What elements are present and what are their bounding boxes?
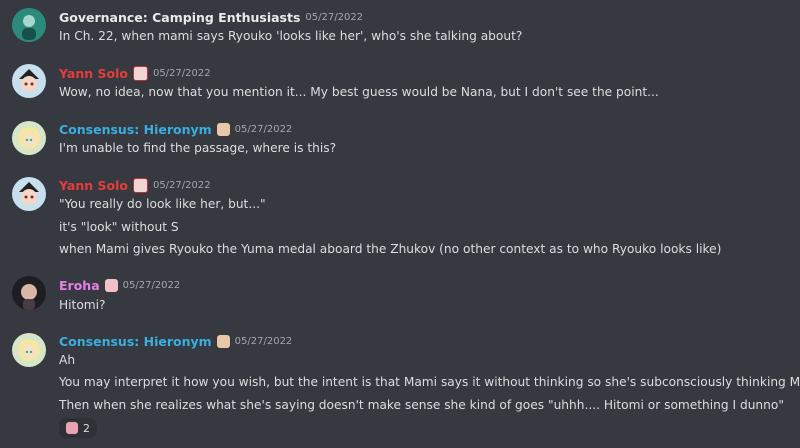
avatar-image <box>12 121 46 155</box>
message-text: it's "look" without S <box>59 220 179 234</box>
username[interactable]: Consensus: Hieronym <box>59 122 212 137</box>
username[interactable]: Governance: Camping Enthusiasts <box>59 10 300 25</box>
character-emoji-icon <box>66 422 78 434</box>
timestamp: 05/27/2022 <box>234 336 293 347</box>
avatar[interactable] <box>12 8 46 42</box>
message-text: Wow, no idea, now that you mention it...… <box>59 85 659 99</box>
username[interactable]: Consensus: Hieronym <box>59 334 212 349</box>
timestamp: 05/27/2022 <box>152 180 211 191</box>
username[interactable]: Yann Solo <box>59 178 128 193</box>
timestamp: 05/27/2022 <box>152 68 211 79</box>
message-header: Yann Solo 05/27/2022 <box>59 178 211 193</box>
avatar-image <box>12 333 46 367</box>
message-text: "You really do look like her, but..." <box>59 197 266 211</box>
message-header: Eroha 05/27/2022 <box>59 278 180 293</box>
message-text: In Ch. 22, when mami says Ryouko 'looks … <box>59 29 523 43</box>
character-badge-icon <box>216 123 230 136</box>
message-header: Consensus: Hieronym 05/27/2022 <box>59 334 292 349</box>
message-text: when Mami gives Ryouko the Yuma medal ab… <box>59 242 722 256</box>
character-badge-icon <box>104 279 118 292</box>
message-text: Ah <box>59 353 76 367</box>
avatar-image <box>12 177 46 211</box>
avatar-image <box>12 276 46 310</box>
username[interactable]: Eroha <box>59 278 100 293</box>
pirate-badge-icon <box>132 178 148 193</box>
avatar[interactable] <box>12 333 46 367</box>
avatar[interactable] <box>12 177 46 211</box>
message-text: You may interpret it how you wish, but t… <box>59 375 800 389</box>
timestamp: 05/27/2022 <box>122 280 181 291</box>
character-badge-icon <box>216 335 230 348</box>
pirate-badge-icon <box>132 66 148 81</box>
avatar[interactable] <box>12 276 46 310</box>
reaction-button[interactable]: 2 <box>59 418 97 438</box>
message-header: Consensus: Hieronym 05/27/2022 <box>59 122 292 137</box>
message-text: Hitomi? <box>59 298 106 312</box>
message-text: Then when she realizes what she's saying… <box>59 398 784 412</box>
message-header: Yann Solo 05/27/2022 <box>59 66 211 81</box>
avatar[interactable] <box>12 64 46 98</box>
timestamp: 05/27/2022 <box>234 124 293 135</box>
message-text: I'm unable to find the passage, where is… <box>59 141 337 155</box>
reaction-count: 2 <box>83 421 90 435</box>
avatar-image <box>12 8 46 42</box>
username[interactable]: Yann Solo <box>59 66 128 81</box>
avatar-image <box>12 64 46 98</box>
avatar[interactable] <box>12 121 46 155</box>
message-header: Governance: Camping Enthusiasts 05/27/20… <box>59 10 363 25</box>
timestamp: 05/27/2022 <box>305 12 364 23</box>
